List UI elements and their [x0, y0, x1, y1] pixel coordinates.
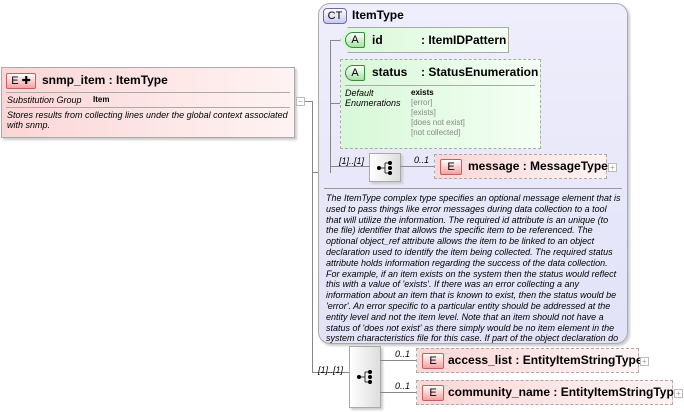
complex-type-name: ItemType [352, 8, 404, 22]
element-name: snmp_item : ItemType [42, 73, 168, 87]
plus-icon: ✚ [21, 75, 31, 87]
expand-button[interactable]: + [674, 389, 683, 398]
complex-type-badge: CT [323, 8, 347, 24]
element-name: community_name : EntityItemStringType [448, 385, 681, 399]
enumeration-list: [error] [exists] [does not exist] [not c… [411, 98, 465, 138]
element-documentation: Stores results from collecting lines und… [7, 110, 288, 130]
attribute-status[interactable]: A status : StatusEnumeration Default Enu… [340, 59, 541, 149]
divider [6, 92, 290, 93]
sequence-cardinality: [1]..[1] [318, 365, 344, 375]
attribute-type: : ItemIDPattern [421, 33, 507, 47]
element-badge: E [422, 385, 444, 401]
collapse-button[interactable]: − [296, 97, 305, 106]
attribute-name: id [372, 33, 383, 47]
enumeration-value: [exists] [411, 108, 436, 117]
enumeration-value: [error] [411, 98, 433, 107]
element-badge: E [440, 159, 462, 175]
connector [330, 40, 331, 173]
element-name: message : MessageType [468, 159, 608, 173]
element-snmp-item[interactable]: E ✚ snmp_item : ItemType Substitution Gr… [1, 67, 295, 138]
default-value: exists [411, 88, 434, 97]
element-name: access_list : EntityItemStringType [448, 353, 643, 367]
enumerations-label: Enumerations [345, 98, 401, 108]
expand-button[interactable]: + [608, 163, 617, 172]
connector [380, 392, 416, 393]
divider [324, 188, 622, 189]
substitution-group-label: Substitution Group [7, 95, 82, 105]
sequence-icon [377, 160, 392, 175]
attribute-badge: A [345, 65, 365, 81]
sequence-cardinality: [1]..[1] [339, 156, 365, 166]
attribute-type: : StatusEnumeration [421, 65, 539, 79]
attribute-id[interactable]: A id : ItemIDPattern [340, 27, 509, 53]
divider [6, 107, 290, 108]
connector [400, 166, 434, 167]
connector [330, 103, 340, 104]
sequence-compositor[interactable] [369, 153, 401, 182]
default-label: Default [345, 88, 374, 98]
sequence-icon [357, 370, 372, 384]
connector [330, 40, 340, 41]
connector [380, 360, 416, 361]
child-cardinality: 0..1 [395, 381, 411, 391]
message-cardinality: 0..1 [414, 155, 430, 165]
element-access-list[interactable]: E access_list : EntityItemStringType [416, 348, 643, 373]
element-badge: E [422, 353, 444, 369]
expand-button[interactable]: + [640, 357, 649, 366]
substitution-group-value: Item [93, 95, 110, 104]
divider [345, 85, 535, 86]
element-community-name[interactable]: E community_name : EntityItemStringType [416, 380, 680, 405]
attribute-name: status [372, 65, 408, 79]
element-message[interactable]: E message : MessageType [434, 154, 608, 179]
connector [312, 101, 313, 373]
attribute-badge: A [345, 32, 365, 48]
element-badge: E ✚ [6, 73, 36, 89]
connector [330, 166, 370, 167]
sequence-compositor[interactable] [349, 346, 381, 408]
enumeration-value: [does not exist] [411, 118, 465, 127]
complex-type-documentation: The ItemType complex type specifies an o… [326, 193, 621, 344]
enumeration-value: [not collected] [411, 128, 461, 137]
child-cardinality: 0..1 [395, 349, 411, 359]
